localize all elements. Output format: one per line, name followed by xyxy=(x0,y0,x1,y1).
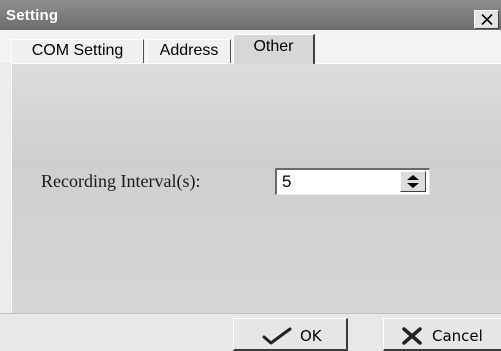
recording-interval-label: Recording Interval(s): xyxy=(41,171,201,191)
tab-label: Other xyxy=(253,38,294,55)
tab-label: Address xyxy=(159,42,219,59)
tab-address[interactable]: Address xyxy=(147,39,231,63)
spin-updown-icon xyxy=(407,175,419,188)
cancel-button[interactable]: Cancel xyxy=(383,318,501,351)
ok-label: OK xyxy=(300,327,322,345)
checkmark-icon xyxy=(262,327,292,345)
close-icon xyxy=(481,14,493,25)
cancel-label: Cancel xyxy=(432,327,483,345)
window-title: Setting xyxy=(6,7,59,24)
tab-com-setting[interactable]: COM Setting xyxy=(11,39,144,63)
tab-other[interactable]: Other xyxy=(233,34,315,64)
title-bar: Setting xyxy=(0,0,501,30)
close-button[interactable] xyxy=(474,10,499,29)
panel-edge xyxy=(11,63,233,64)
tab-label: COM Setting xyxy=(31,42,124,59)
interval-spin-button[interactable] xyxy=(400,171,426,192)
recording-interval-value: 5 xyxy=(282,172,292,191)
x-mark-icon xyxy=(402,327,422,345)
ok-button[interactable]: OK xyxy=(233,318,348,351)
